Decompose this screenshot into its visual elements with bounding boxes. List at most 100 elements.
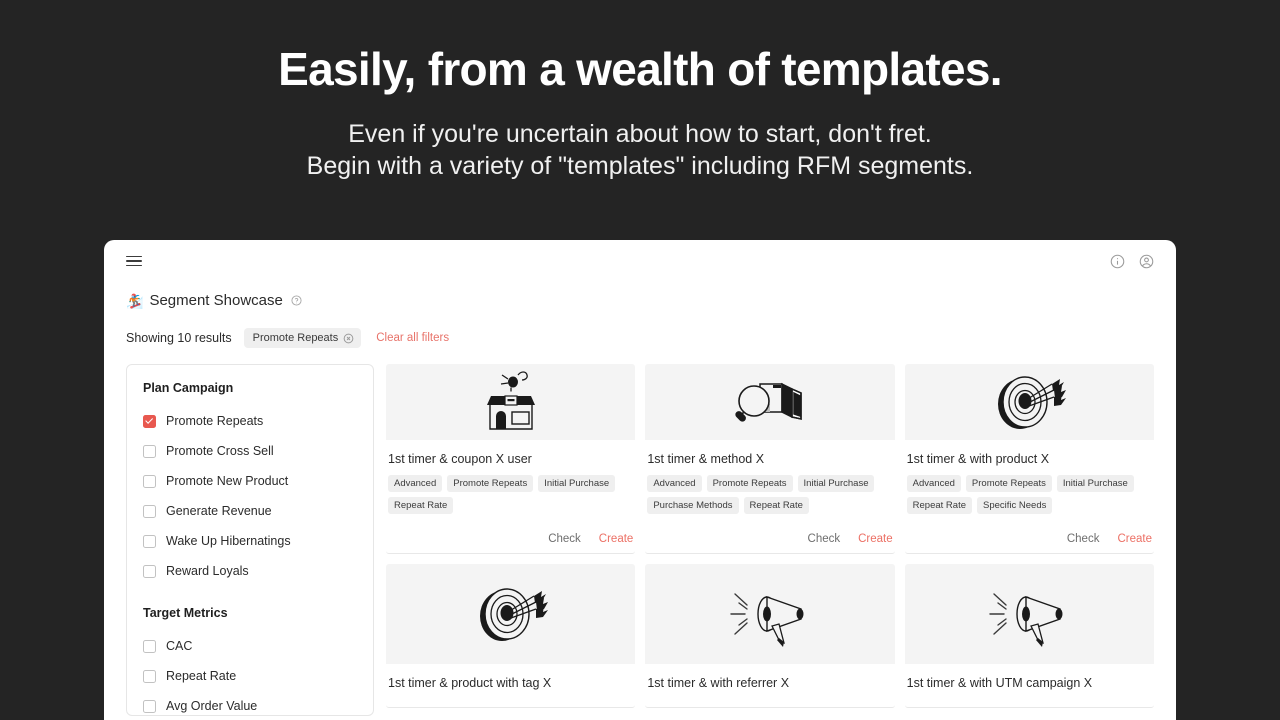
template-cards-grid: 1st timer & coupon X user Advanced Promo… xyxy=(374,364,1176,708)
card-thumbnail xyxy=(645,564,895,664)
help-circle-icon[interactable] xyxy=(291,295,302,306)
card-tag[interactable]: Promote Repeats xyxy=(706,475,793,492)
card-thumbnail xyxy=(904,564,1154,664)
card-tag[interactable]: Purchase Methods xyxy=(647,497,739,514)
checkbox-repeat-rate[interactable] xyxy=(143,669,156,683)
template-card[interactable]: 1st timer & with product X Advanced Prom… xyxy=(904,364,1154,554)
card-tag[interactable]: Initial Purchase xyxy=(797,475,875,492)
card-body: 1st timer & method X Advanced Promote Re… xyxy=(645,440,894,522)
card-tag[interactable]: Repeat Rate xyxy=(743,497,809,514)
card-title: 1st timer & with referrer X xyxy=(647,676,790,690)
checkbox-wake-up-hibernatings[interactable] xyxy=(143,534,156,548)
card-actions: Check Create xyxy=(386,522,635,553)
check-button[interactable]: Check xyxy=(548,533,581,545)
card-tags: Advanced Promote Repeats Initial Purchas… xyxy=(647,475,892,514)
card-title: 1st timer & with UTM campaign X xyxy=(906,676,1093,690)
sidebar-item-generate-revenue[interactable]: Generate Revenue xyxy=(143,496,357,526)
sidebar-item-label: Promote New Product xyxy=(166,474,289,488)
chip-remove-icon[interactable] xyxy=(343,333,354,344)
checkbox-cac[interactable] xyxy=(143,639,156,653)
create-button[interactable]: Create xyxy=(599,533,634,545)
sidebar-item-label: Reward Loyals xyxy=(166,564,249,578)
checkbox-promote-cross-sell[interactable] xyxy=(143,444,156,458)
filter-bar: Showing 10 results Promote Repeats Clear… xyxy=(104,309,1176,348)
sidebar-item-label: CAC xyxy=(166,639,193,653)
checkbox-promote-repeats[interactable] xyxy=(143,414,156,428)
app-window: 🏂 Segment Showcase Showing 10 results Pr… xyxy=(104,240,1176,720)
snowboarder-emoji-icon: 🏂 xyxy=(126,292,144,309)
card-tag[interactable]: Initial Purchase xyxy=(1056,475,1134,492)
card-thumbnail xyxy=(645,364,895,440)
card-title: 1st timer & coupon X user xyxy=(388,452,532,466)
hamburger-menu-icon[interactable] xyxy=(126,255,142,267)
magnifier-documents-icon xyxy=(735,382,802,422)
checkbox-generate-revenue[interactable] xyxy=(143,504,156,518)
template-card[interactable]: 1st timer & with referrer X xyxy=(645,564,895,708)
card-body: 1st timer & with referrer X xyxy=(645,664,894,707)
card-tag[interactable]: Advanced xyxy=(906,475,961,492)
active-filter-chip-label: Promote Repeats xyxy=(252,332,339,344)
card-tag[interactable]: Advanced xyxy=(647,475,702,492)
target-arrows-icon xyxy=(479,588,548,641)
template-card[interactable]: 1st timer & product with tag X xyxy=(386,564,636,708)
template-card[interactable]: 1st timer & coupon X user Advanced Promo… xyxy=(386,364,636,554)
user-account-icon[interactable] xyxy=(1139,254,1154,269)
card-body: 1st timer & product with tag X xyxy=(386,664,635,707)
facet-group-title-plan-campaign: Plan Campaign xyxy=(143,381,234,395)
app-topbar xyxy=(104,240,1176,282)
active-filter-chip[interactable]: Promote Repeats xyxy=(243,328,362,348)
sidebar-item-label: Promote Repeats xyxy=(166,414,264,428)
megaphone-icon xyxy=(730,593,804,647)
page-title: Easily, from a wealth of templates. xyxy=(278,43,1002,95)
card-thumbnail xyxy=(386,364,636,440)
sidebar-item-cac[interactable]: CAC xyxy=(143,631,357,661)
hero-section: Easily, from a wealth of templates. Even… xyxy=(0,0,1280,183)
hero-subtitle-line2: Begin with a variety of "templates" incl… xyxy=(306,152,974,181)
card-body: 1st timer & coupon X user Advanced Promo… xyxy=(386,440,635,522)
results-count: Showing 10 results xyxy=(126,331,232,345)
check-button[interactable]: Check xyxy=(1067,533,1100,545)
card-tag[interactable]: Promote Repeats xyxy=(447,475,534,492)
create-button[interactable]: Create xyxy=(1117,533,1152,545)
sidebar-item-label: Promote Cross Sell xyxy=(166,444,274,458)
card-tag[interactable]: Promote Repeats xyxy=(965,475,1052,492)
card-tags: Advanced Promote Repeats Initial Purchas… xyxy=(906,475,1152,514)
page-heading: 🏂 Segment Showcase xyxy=(104,282,1176,309)
sidebar-item-promote-repeats[interactable]: Promote Repeats xyxy=(143,406,357,436)
checkbox-avg-order-value[interactable] xyxy=(143,699,156,713)
checkbox-promote-new-product[interactable] xyxy=(143,474,156,488)
sidebar-item-promote-cross-sell[interactable]: Promote Cross Sell xyxy=(143,436,357,466)
card-tag[interactable]: Repeat Rate xyxy=(906,497,972,514)
filters-sidebar: Plan Campaign Promote Repeats Promote Cr… xyxy=(126,364,374,716)
card-thumbnail xyxy=(904,364,1154,440)
card-title: 1st timer & product with tag X xyxy=(388,676,552,690)
card-tag[interactable]: Repeat Rate xyxy=(388,497,454,514)
topbar-actions xyxy=(1110,254,1154,269)
target-arrows-icon xyxy=(998,376,1067,429)
sidebar-item-promote-new-product[interactable]: Promote New Product xyxy=(143,466,357,496)
sidebar-item-avg-order-value[interactable]: Avg Order Value xyxy=(143,691,357,715)
card-body: 1st timer & with product X Advanced Prom… xyxy=(905,440,1154,522)
card-tag[interactable]: Advanced xyxy=(388,475,443,492)
info-circle-icon[interactable] xyxy=(1110,254,1125,269)
sidebar-item-label: Generate Revenue xyxy=(166,504,272,518)
card-tags: Advanced Promote Repeats Initial Purchas… xyxy=(388,475,633,514)
checkbox-reward-loyals[interactable] xyxy=(143,564,156,578)
card-actions: Check Create xyxy=(905,522,1154,553)
card-tag[interactable]: Initial Purchase xyxy=(538,475,616,492)
sidebar-item-repeat-rate[interactable]: Repeat Rate xyxy=(143,661,357,691)
sidebar-item-wake-up-hibernatings[interactable]: Wake Up Hibernatings xyxy=(143,526,357,556)
template-card[interactable]: 1st timer & method X Advanced Promote Re… xyxy=(645,364,895,554)
create-button[interactable]: Create xyxy=(858,533,893,545)
check-button[interactable]: Check xyxy=(808,533,841,545)
app-body: Plan Campaign Promote Repeats Promote Cr… xyxy=(104,348,1176,716)
template-card[interactable]: 1st timer & with UTM campaign X xyxy=(904,564,1154,708)
card-thumbnail xyxy=(386,564,636,664)
sidebar-item-reward-loyals[interactable]: Reward Loyals xyxy=(143,556,357,586)
card-title: 1st timer & with product X xyxy=(906,452,1050,466)
clear-all-filters-button[interactable]: Clear all filters xyxy=(376,332,449,344)
card-tag[interactable]: Specific Needs xyxy=(977,497,1053,514)
card-body: 1st timer & with UTM campaign X xyxy=(905,664,1154,707)
hero-subtitle-line1: Even if you're uncertain about how to st… xyxy=(348,119,932,148)
card-actions: Check Create xyxy=(645,522,894,553)
